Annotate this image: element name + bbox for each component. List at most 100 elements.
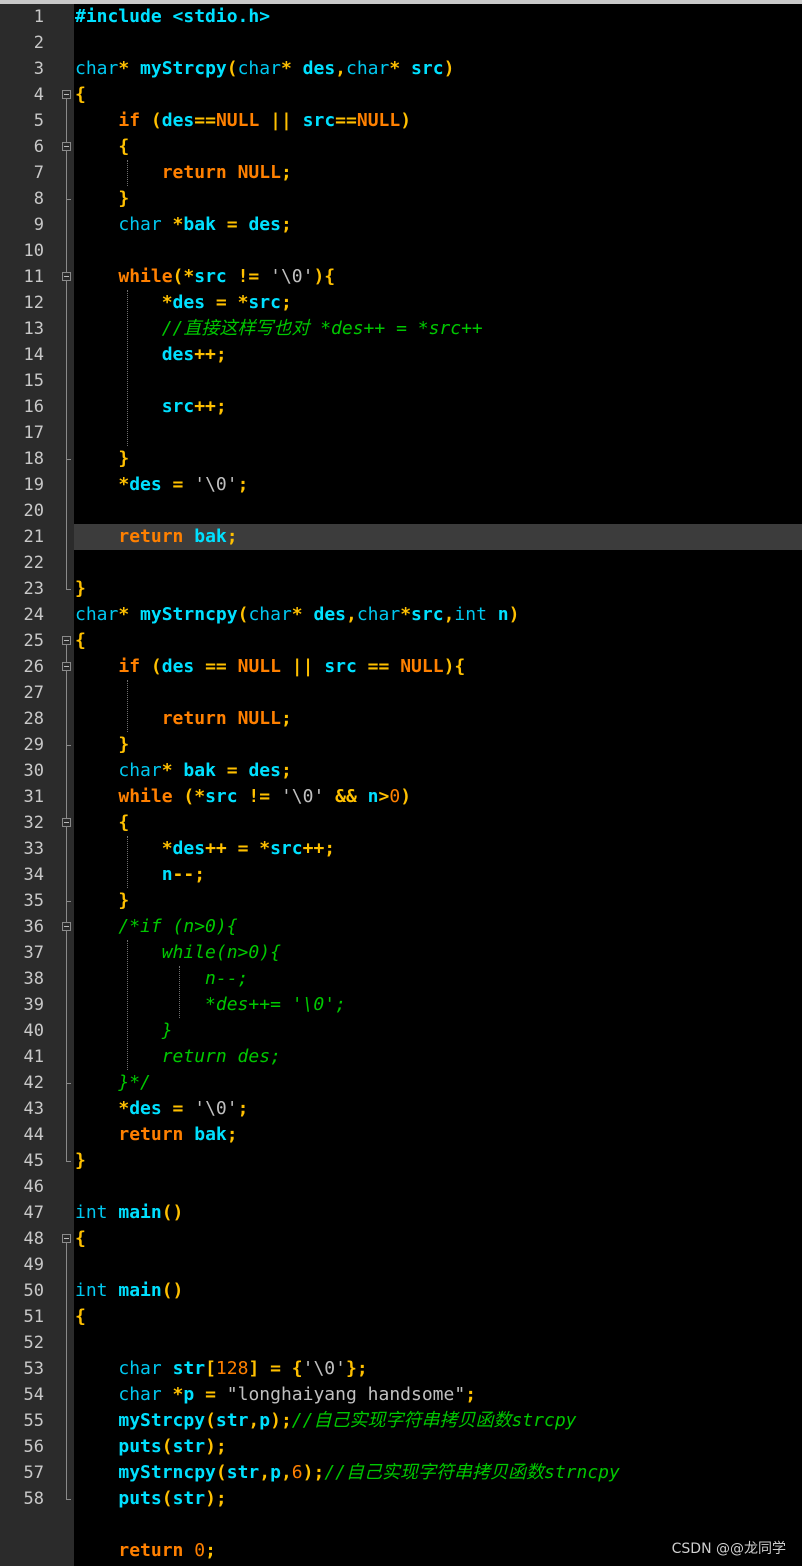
code-token: ( (161, 1436, 173, 1457)
code-token: n (161, 864, 173, 885)
code-token: ( (226, 58, 238, 79)
line-number: 24 (23, 605, 44, 625)
code-token: myStrcpy (140, 58, 227, 79)
code-line[interactable]: *des++= '\0'; (75, 992, 346, 1018)
code-token: //直接这样写也对 *des++ = *src++ (161, 318, 483, 339)
code-line[interactable]: int main() (75, 1278, 183, 1304)
code-token: ( (161, 1488, 173, 1509)
code-line[interactable]: /*if (n>0){ (75, 914, 237, 940)
code-line[interactable]: { (75, 810, 129, 836)
code-line[interactable]: if (des == NULL || src == NULL){ (75, 654, 465, 680)
code-line[interactable]: int main() (75, 1200, 183, 1226)
code-line[interactable]: n--; (75, 966, 248, 992)
fold-toggle-icon[interactable] (62, 922, 71, 931)
code-line[interactable]: char *bak = des; (75, 212, 292, 238)
fold-toggle-icon[interactable] (62, 142, 71, 151)
code-token: while (118, 266, 173, 287)
code-line[interactable]: return NULL; (75, 706, 292, 732)
code-line[interactable]: myStrncpy(str,p,6);//自己实现字符串拷贝函数strncpy (75, 1460, 620, 1486)
fold-range-line (66, 827, 67, 901)
code-line[interactable]: { (75, 1304, 86, 1330)
code-token: myStrcpy (118, 1410, 206, 1431)
code-token: int (75, 1202, 108, 1223)
fold-toggle-icon[interactable] (62, 90, 71, 99)
code-line[interactable]: *des = '\0'; (75, 1096, 248, 1122)
code-line[interactable]: while (*src != '\0' && n>0) (75, 784, 411, 810)
code-line[interactable]: } (75, 732, 129, 758)
code-line[interactable]: while(*src != '\0'){ (75, 264, 335, 290)
code-token: ; (280, 214, 292, 235)
code-token: 0 (194, 1540, 206, 1561)
code-line[interactable]: src++; (75, 394, 227, 420)
code-line[interactable]: char* myStrcpy(char* des,char* src) (75, 56, 454, 82)
fold-toggle-icon[interactable] (62, 1234, 71, 1243)
code-line[interactable]: } (75, 1148, 86, 1174)
code-line[interactable]: while(n>0){ (75, 940, 281, 966)
code-line[interactable]: puts(str); (75, 1434, 226, 1460)
code-line[interactable]: return bak; (75, 1122, 237, 1148)
code-line[interactable]: //直接这样写也对 *des++ = *src++ (75, 316, 483, 342)
line-number: 38 (23, 969, 44, 989)
line-number: 28 (23, 709, 44, 729)
code-token: ++; (302, 838, 336, 859)
code-token: des (172, 292, 206, 313)
code-token: * (280, 58, 303, 79)
code-line[interactable]: }*/ (75, 1070, 151, 1096)
code-line[interactable]: { (75, 1226, 86, 1252)
code-token: src (302, 110, 336, 131)
code-line[interactable]: } (75, 576, 86, 602)
code-line[interactable]: n--; (75, 862, 205, 888)
code-line[interactable]: *des++ = *src++; (75, 836, 335, 862)
code-line[interactable]: return 0; (75, 1538, 216, 1564)
code-line[interactable]: char *p = "longhaiyang handsome"; (75, 1382, 476, 1408)
code-line[interactable]: char str[128] = {'\0'}; (75, 1356, 367, 1382)
code-line[interactable]: } (75, 186, 129, 212)
fold-toggle-icon[interactable] (62, 636, 71, 645)
code-token: des (172, 838, 206, 859)
code-token: ++; (194, 344, 227, 365)
code-token: des (161, 344, 195, 365)
code-line[interactable]: puts(str); (75, 1486, 226, 1512)
code-token: char (346, 58, 390, 79)
code-token: src (324, 656, 357, 677)
fold-toggle-icon[interactable] (62, 662, 71, 671)
code-token: * (161, 1384, 184, 1405)
code-line[interactable]: *des = *src; (75, 290, 292, 316)
code-line[interactable]: des++; (75, 342, 227, 368)
fold-range-line (66, 671, 67, 745)
code-token: * (118, 604, 141, 625)
code-line[interactable]: *des = '\0'; (75, 472, 248, 498)
fold-toggle-icon[interactable] (62, 272, 71, 281)
code-line[interactable]: char* myStrncpy(char* des,char*src,int n… (75, 602, 519, 628)
line-number: 6 (33, 137, 44, 157)
code-token: char (75, 604, 119, 625)
code-token: } (161, 1020, 173, 1041)
code-line[interactable]: return bak; (75, 524, 237, 550)
code-line[interactable]: } (75, 1018, 173, 1044)
code-token: return (161, 162, 227, 183)
code-line[interactable]: #include <stdio.h> (75, 4, 270, 30)
code-token: , (443, 604, 455, 625)
code-line[interactable]: if (des==NULL || src==NULL) (75, 108, 411, 134)
code-line[interactable]: { (75, 134, 129, 160)
fold-toggle-icon[interactable] (62, 818, 71, 827)
code-line[interactable]: } (75, 888, 129, 914)
code-line[interactable]: { (75, 82, 86, 108)
code-token: * (161, 838, 173, 859)
code-token: ] = { (248, 1358, 303, 1379)
code-line[interactable]: myStrcpy(str,p);//自己实现字符串拷贝函数strcpy (75, 1408, 576, 1434)
code-line[interactable]: return NULL; (75, 160, 292, 186)
code-token: des (248, 760, 281, 781)
line-number: 29 (23, 735, 44, 755)
code-token: ) (443, 58, 455, 79)
line-number: 31 (23, 787, 44, 807)
code-line[interactable]: char* bak = des; (75, 758, 291, 784)
code-token: main (118, 1202, 162, 1223)
code-line[interactable]: } (75, 446, 129, 472)
code-line[interactable]: { (75, 628, 86, 654)
line-number: 45 (23, 1151, 44, 1171)
code-line[interactable]: return des; (75, 1044, 281, 1070)
